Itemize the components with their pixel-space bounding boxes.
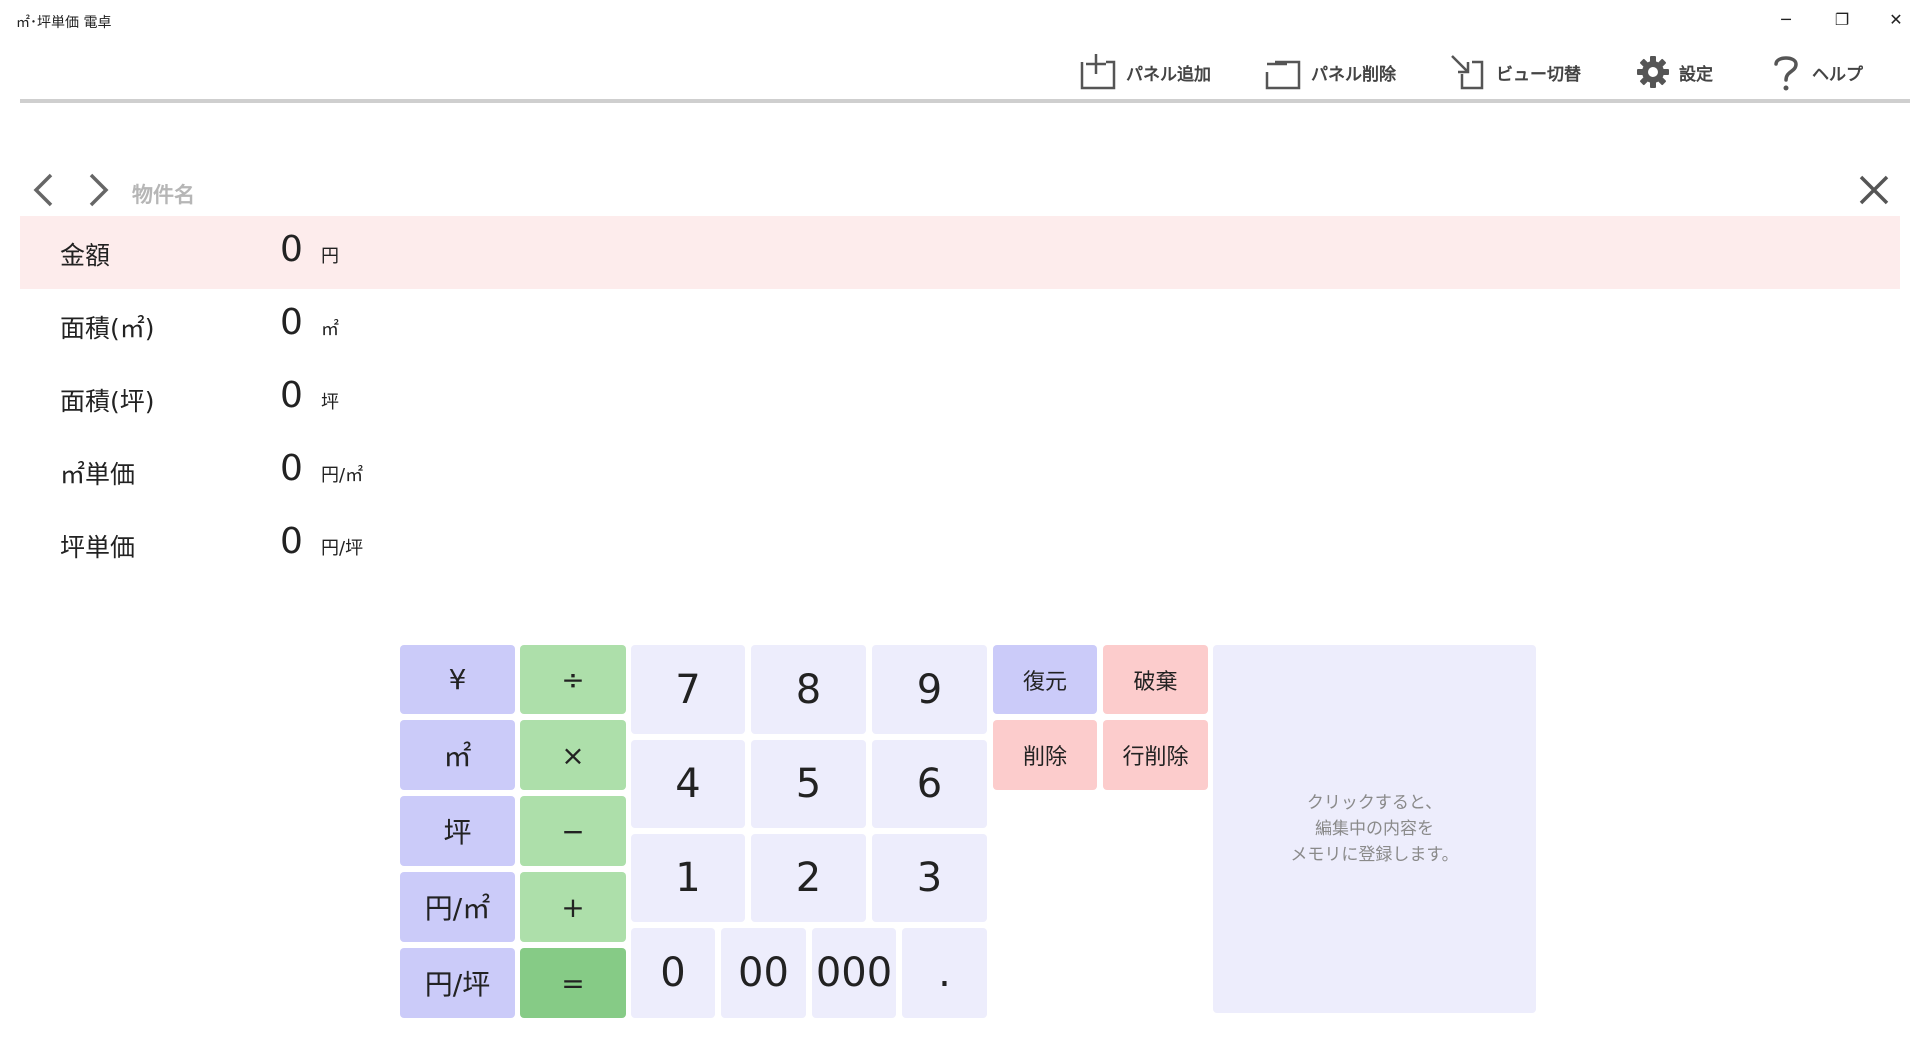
delete-panel-button[interactable]: パネル削除 (1263, 52, 1396, 92)
row-unit: 坪 (321, 392, 339, 413)
row-label: 面積(㎡) (60, 314, 155, 343)
switch-view-label: ビュー切替 (1496, 64, 1581, 85)
help-label: ヘルプ (1812, 64, 1863, 85)
memory-hint: クリックすると、 編集中の内容を メモリに登録します。 (1290, 790, 1458, 868)
panel-header: 物件名 (20, 168, 1910, 216)
decimal-point-key[interactable]: . (902, 928, 987, 1018)
header-divider (20, 99, 1910, 103)
memory-hint-line: 編集中の内容を (1315, 819, 1434, 839)
settings-label: 設定 (1679, 64, 1713, 85)
digit-6-key[interactable]: 6 (872, 740, 987, 828)
row-value: 0 (280, 302, 303, 343)
minimize-button[interactable]: ─ (1766, 6, 1806, 34)
keypad: ¥ ㎡ 坪 円/㎡ 円/坪 ÷ × − + = 7 8 9 4 5 6 1 2 … (400, 645, 1536, 1018)
close-panel-button[interactable] (1854, 172, 1894, 212)
row-unit: 円/㎡ (321, 465, 364, 486)
command-bar: パネル追加 パネル削除 ビュー切替 設定 ヘルプ (0, 44, 1920, 98)
row-unit: 円 (321, 246, 339, 267)
app-title: ㎡･坪単価 電卓 (16, 15, 112, 31)
equals-key[interactable]: = (520, 948, 626, 1018)
delete-panel-label: パネル削除 (1311, 64, 1396, 85)
digit-7-key[interactable]: 7 (631, 645, 745, 734)
digit-2-key[interactable]: 2 (751, 834, 866, 922)
chevron-right-icon (87, 172, 111, 212)
add-key[interactable]: + (520, 872, 626, 942)
row-unit: ㎡ (321, 319, 339, 340)
next-panel-button[interactable] (82, 172, 116, 212)
discard-button[interactable]: 破棄 (1103, 645, 1208, 714)
row-label: 坪単価 (60, 533, 136, 562)
subtract-key[interactable]: − (520, 796, 626, 866)
row-value: 0 (280, 229, 303, 270)
row-value: 0 (280, 375, 303, 416)
row-area-tsubo[interactable]: 面積(坪) 0 坪 (20, 362, 1900, 435)
digit-1-key[interactable]: 1 (631, 834, 745, 922)
digit-3-key[interactable]: 3 (872, 834, 987, 922)
property-name-input[interactable]: 物件名 (132, 179, 195, 209)
delete-button[interactable]: 削除 (993, 720, 1097, 790)
yen-key[interactable]: ¥ (400, 645, 515, 714)
double-zero-key[interactable]: 00 (721, 928, 806, 1018)
row-area-sqm[interactable]: 面積(㎡) 0 ㎡ (20, 289, 1900, 362)
yen-per-tsubo-key[interactable]: 円/坪 (400, 948, 515, 1018)
title-bar: ㎡･坪単価 電卓 ─ ❐ ✕ (0, 0, 1920, 40)
memory-register-area[interactable]: クリックすると、 編集中の内容を メモリに登録します。 (1213, 645, 1536, 1013)
row-unit: 円/坪 (321, 538, 364, 559)
row-value: 0 (280, 521, 303, 562)
row-price-per-sqm[interactable]: ㎡単価 0 円/㎡ (20, 435, 1900, 508)
digit-5-key[interactable]: 5 (751, 740, 866, 828)
digit-8-key[interactable]: 8 (751, 645, 866, 734)
row-amount[interactable]: 金額 0 円 (20, 216, 1900, 289)
chevron-left-icon (31, 172, 55, 212)
delete-row-button[interactable]: 行削除 (1103, 720, 1208, 790)
yen-per-sqm-key[interactable]: 円/㎡ (400, 872, 515, 942)
memory-hint-line: クリックすると、 (1306, 793, 1443, 813)
digit-9-key[interactable]: 9 (872, 645, 987, 734)
settings-button[interactable]: 設定 (1635, 52, 1713, 92)
add-panel-label: パネル追加 (1126, 64, 1211, 85)
multiply-key[interactable]: × (520, 720, 626, 790)
tsubo-key[interactable]: 坪 (400, 796, 515, 866)
switch-view-icon (1448, 52, 1488, 92)
triple-zero-key[interactable]: 000 (812, 928, 896, 1018)
help-button[interactable]: ヘルプ (1768, 52, 1863, 92)
close-icon (1858, 174, 1890, 210)
question-icon (1768, 52, 1804, 92)
delete-panel-icon (1263, 52, 1303, 92)
digit-4-key[interactable]: 4 (631, 740, 745, 828)
value-rows: 金額 0 円 面積(㎡) 0 ㎡ 面積(坪) 0 坪 ㎡単価 0 円/㎡ 坪単価… (20, 216, 1900, 581)
row-label: ㎡単価 (60, 460, 136, 489)
divide-key[interactable]: ÷ (520, 645, 626, 714)
row-value: 0 (280, 448, 303, 489)
close-window-button[interactable]: ✕ (1876, 6, 1916, 34)
digit-0-key[interactable]: 0 (631, 928, 715, 1018)
switch-view-button[interactable]: ビュー切替 (1448, 52, 1581, 92)
sqm-key[interactable]: ㎡ (400, 720, 515, 790)
row-label: 金額 (60, 241, 111, 270)
add-panel-icon (1078, 52, 1118, 92)
row-label: 面積(坪) (60, 387, 155, 416)
add-panel-button[interactable]: パネル追加 (1078, 52, 1211, 92)
row-price-per-tsubo[interactable]: 坪単価 0 円/坪 (20, 508, 1900, 581)
memory-hint-line: メモリに登録します。 (1290, 845, 1459, 865)
restore-button[interactable]: 復元 (993, 645, 1097, 714)
previous-panel-button[interactable] (26, 172, 60, 212)
maximize-button[interactable]: ❐ (1822, 6, 1862, 34)
gear-icon (1635, 54, 1671, 90)
